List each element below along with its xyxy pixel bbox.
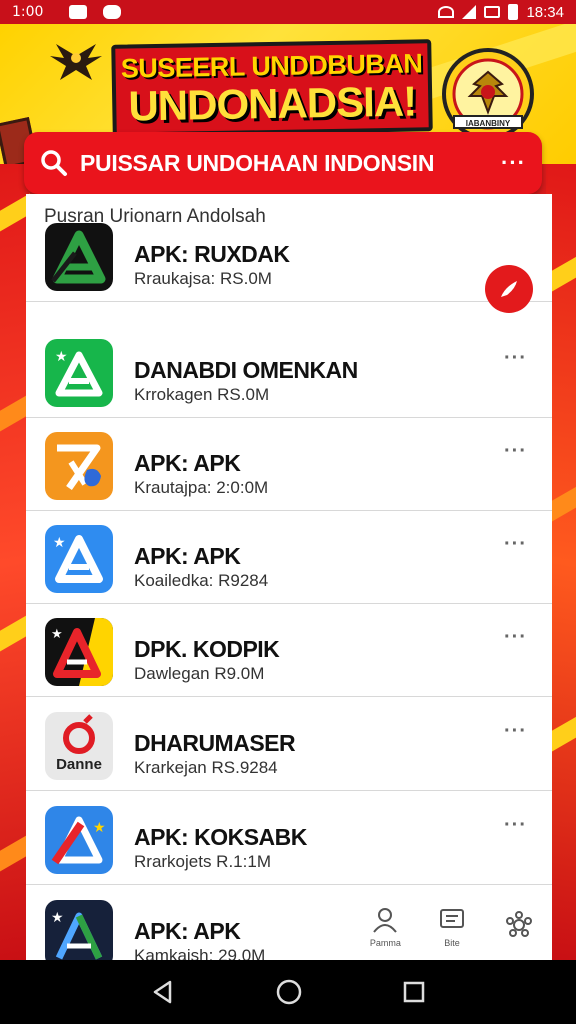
vpn-icon bbox=[484, 6, 501, 18]
nav-item-settings[interactable] bbox=[489, 911, 549, 943]
more-options-button[interactable]: ··· bbox=[504, 347, 527, 370]
app-list-item[interactable]: APK: APK Krautajpa: 2:0:0M ··· bbox=[26, 418, 552, 511]
app-list-item[interactable]: ★ DPK. KODPIK Dawlegan R9.0M ··· bbox=[26, 604, 552, 697]
download-button[interactable] bbox=[485, 265, 533, 313]
app-subtitle: Rrarkojets R.1:1M bbox=[134, 852, 271, 871]
signal-icon bbox=[462, 5, 477, 19]
red-yellow-a-icon[interactable]: ★ bbox=[45, 618, 113, 686]
battery-icon bbox=[508, 4, 519, 20]
app-list-item[interactable]: Danne DHARUMASER Krarkejan RS.9284 ··· bbox=[26, 698, 552, 791]
app-subtitle: Krarkejan RS.9284 bbox=[134, 758, 278, 777]
back-icon[interactable] bbox=[150, 979, 176, 1005]
green-a-dark-icon[interactable] bbox=[45, 223, 113, 291]
status-time-left: 1:00 bbox=[12, 4, 44, 20]
notification-icon bbox=[69, 5, 88, 19]
status-bar: 1:00 18:34 bbox=[0, 0, 576, 24]
app-name: APK: RUXDAK bbox=[134, 241, 290, 267]
app-subtitle: Koailedka: R9284 bbox=[134, 571, 269, 590]
emblem-text: IABANBINY bbox=[466, 119, 511, 128]
app-name: APK: KOKSABK bbox=[134, 824, 307, 850]
app-list-panel: Pusran Urionarn Andolsah APK: RUXDAK Rra… bbox=[26, 194, 552, 960]
orange-a-icon[interactable] bbox=[45, 432, 113, 500]
app-list-item[interactable]: ★ APK: KOKSABK Rrarkojets R.1:1M ··· bbox=[26, 792, 552, 885]
nav-label: Bite bbox=[444, 938, 460, 948]
app-name: APK: APK bbox=[134, 918, 241, 944]
banner-title-line2: UNDONADSIA! bbox=[128, 76, 417, 130]
garuda-emblem-icon: IABANBINY bbox=[442, 48, 534, 140]
app-name: APK: APK bbox=[134, 450, 241, 476]
system-navigation-bar bbox=[0, 960, 576, 1024]
banner-title: SUSEERL UNDDBUBAN UNDONADSIA! bbox=[111, 39, 433, 137]
message-icon bbox=[439, 909, 464, 928]
app-subtitle: Krautajpa: 2:0:0M bbox=[134, 478, 269, 497]
eagle-icon bbox=[50, 44, 102, 80]
more-options-button[interactable]: ··· bbox=[504, 626, 527, 649]
more-options-button[interactable]: ··· bbox=[504, 720, 527, 743]
svg-text:★: ★ bbox=[53, 535, 66, 551]
more-options-button[interactable]: ··· bbox=[504, 814, 527, 837]
app-subtitle: Kamkajsh: 29.0M bbox=[134, 946, 266, 960]
search-more-button[interactable]: ··· bbox=[501, 150, 526, 176]
search-icon bbox=[41, 150, 67, 176]
blue-a-icon[interactable]: ★ bbox=[45, 525, 113, 593]
svg-text:★: ★ bbox=[51, 627, 63, 642]
danne-icon[interactable]: Danne bbox=[45, 712, 113, 780]
search-input[interactable]: PUISSAR UNDOHAAN INDONSIN bbox=[80, 150, 434, 177]
settings-icon bbox=[505, 911, 532, 937]
svg-text:★: ★ bbox=[55, 349, 68, 365]
app-list-item[interactable]: ★ DANABDI OMENKAN Krrokagen RS.0M ··· bbox=[26, 325, 552, 418]
recents-icon[interactable] bbox=[402, 980, 426, 1004]
green-a-icon[interactable]: ★ bbox=[45, 339, 113, 407]
app-list-item[interactable]: ★ APK: APK Koailedka: R9284 ··· bbox=[26, 511, 552, 604]
svg-text:★: ★ bbox=[93, 820, 106, 836]
app-subtitle: Rraukajsa: RS.0M bbox=[134, 269, 272, 288]
blue-red-a-icon[interactable]: ★ bbox=[45, 806, 113, 874]
app-list-item[interactable]: APK: RUXDAK Rraukajsa: RS.0M bbox=[26, 209, 552, 313]
app-name: DPK. KODPIK bbox=[134, 636, 280, 662]
nav-item-profile[interactable]: Pamma bbox=[355, 906, 415, 948]
chat-notification-icon bbox=[103, 5, 122, 19]
nav-label: Pamma bbox=[369, 938, 401, 948]
more-options-button[interactable]: ··· bbox=[504, 533, 527, 556]
pen-icon bbox=[501, 281, 517, 297]
app-subtitle: Dawlegan R9.0M bbox=[134, 664, 265, 683]
search-bar[interactable]: PUISSAR UNDOHAAN INDONSIN ··· bbox=[24, 132, 542, 194]
home-icon[interactable] bbox=[275, 978, 303, 1006]
person-icon bbox=[373, 908, 398, 933]
svg-text:★: ★ bbox=[51, 910, 64, 926]
nav-item-messages[interactable]: Bite bbox=[422, 906, 482, 948]
app-subtitle: Krrokagen RS.0M bbox=[134, 385, 270, 404]
danne-icon-label: Danne bbox=[56, 756, 102, 773]
bottom-nav: Pamma Bite bbox=[352, 894, 552, 960]
wifi-icon bbox=[438, 6, 455, 18]
dark-multicolor-a-icon[interactable]: ★ bbox=[45, 900, 113, 960]
app-name: APK: APK bbox=[134, 543, 241, 569]
status-time-right: 18:34 bbox=[526, 3, 564, 21]
app-name: DANABDI OMENKAN bbox=[134, 357, 358, 383]
app-name: DHARUMASER bbox=[134, 730, 296, 756]
more-options-button[interactable]: ··· bbox=[504, 440, 527, 463]
